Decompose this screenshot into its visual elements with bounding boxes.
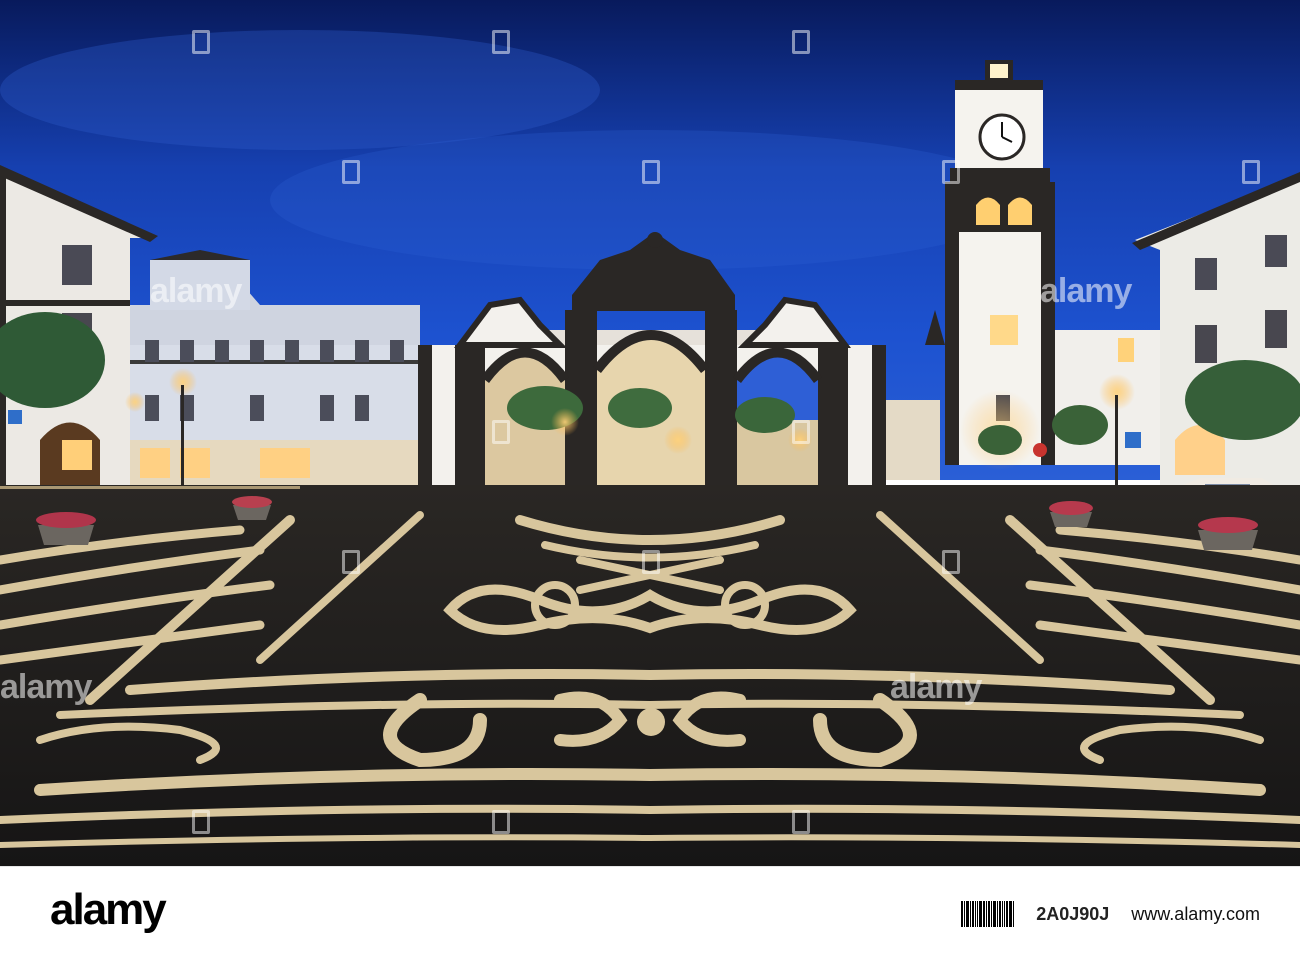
watermark: alamy (0, 668, 92, 706)
watermark-mark (492, 30, 510, 54)
watermark-mark (942, 550, 960, 574)
brand-logo: alamy (50, 885, 167, 934)
watermark-mark (792, 30, 810, 54)
watermark: alamy (890, 668, 982, 706)
watermark: alamy (150, 272, 242, 310)
photograph: alamy alamy alamy alamy (0, 0, 1300, 866)
watermark-mark (342, 160, 360, 184)
watermark-mark (942, 160, 960, 184)
watermark-mark (642, 550, 660, 574)
watermark-mark (1242, 160, 1260, 184)
site-url: www.alamy.com (1131, 903, 1260, 924)
tree-right (1185, 360, 1300, 440)
clock-tower (945, 60, 1055, 470)
watermark-mark (192, 30, 210, 54)
watermark: alamy (1040, 272, 1132, 310)
footer-bar: alamy 2A0J90J www.alamy.com (0, 866, 1300, 957)
watermark-mark (342, 550, 360, 574)
watermark-mark (192, 810, 210, 834)
watermark-mark (492, 420, 510, 444)
image-id: 2A0J90J (1036, 903, 1110, 924)
watermark-mark (492, 810, 510, 834)
footer-meta: 2A0J90J www.alamy.com (961, 901, 1260, 927)
watermark-mark (792, 810, 810, 834)
barcode-icon (961, 901, 1015, 927)
watermark-mark (792, 420, 810, 444)
watermark-mark (642, 160, 660, 184)
